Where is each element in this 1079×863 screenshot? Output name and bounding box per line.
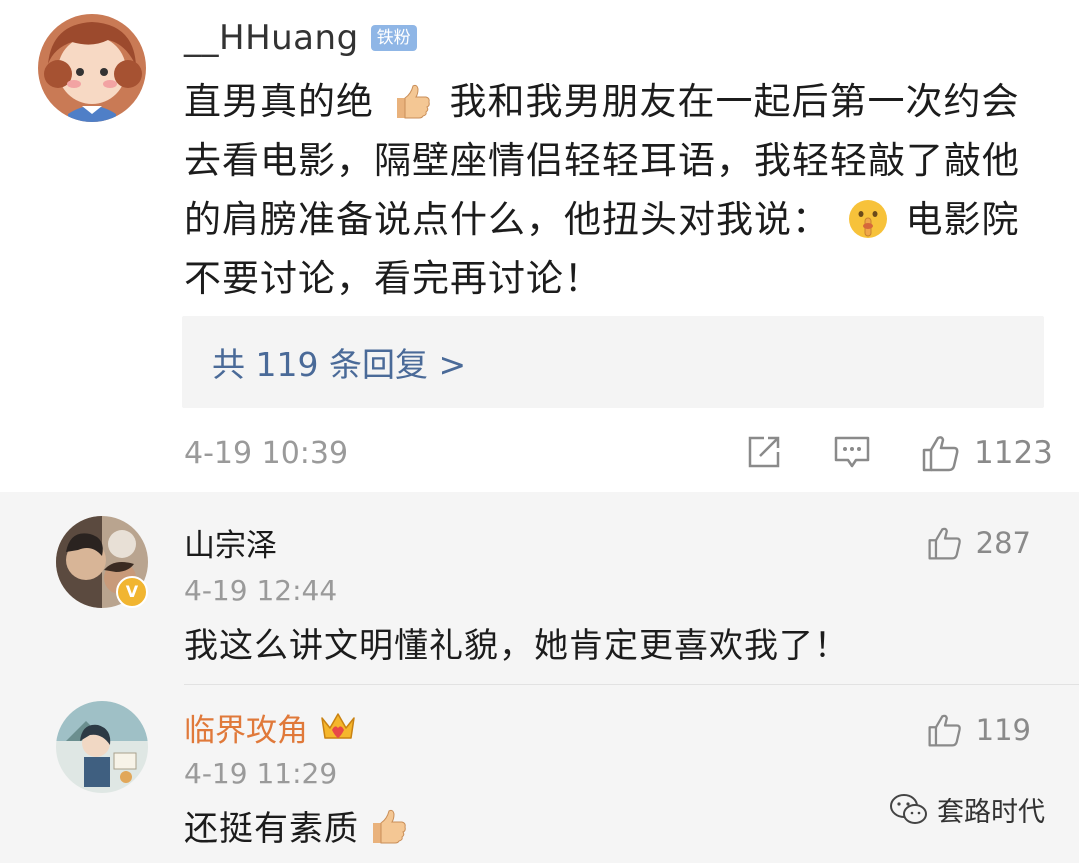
watermark-text: 套路时代 [937, 797, 1045, 828]
timestamp: 4-19 10:39 [184, 436, 349, 471]
reply-like-count: 287 [975, 526, 1031, 560]
comment-icon [834, 436, 870, 468]
thumbs-up-icon [391, 80, 433, 122]
fan-badge: 铁粉 [370, 25, 417, 51]
share-icon [748, 436, 780, 468]
avatar[interactable] [56, 701, 148, 793]
crown-icon [318, 708, 358, 748]
username-row: __HHuang 铁粉 [184, 18, 417, 58]
username[interactable]: __HHuang [184, 18, 359, 58]
reply-username[interactable]: 临界攻角 [184, 705, 308, 750]
thumbs-up-icon [367, 805, 409, 847]
comment-thread: __HHuang 铁粉 直男真的绝 我和我男朋友在一起后第一次约会去看电影，隔壁… [0, 0, 1079, 863]
comment-meta: 4-19 10:39 1123 [184, 432, 1053, 476]
reply-like-count: 119 [975, 713, 1031, 747]
comment-text: 直男真的绝 我和我男朋友在一起后第一次约会去看电影，隔壁座情侣轻轻耳语，我轻轻敲… [184, 72, 1054, 308]
like-count: 1123 [974, 435, 1053, 471]
watermark: 套路时代 [889, 790, 1045, 829]
comment-text-part1: 直男真的绝 [184, 80, 374, 123]
reply-item: 临界攻角 4-19 11:29 还挺有素质 119 [0, 685, 1079, 863]
comment-button[interactable] [832, 432, 872, 472]
verified-badge: V [116, 576, 148, 608]
reply-like-button[interactable]: 119 [926, 711, 1031, 749]
wechat-icon [890, 793, 927, 824]
reply-username[interactable]: 山宗泽 [184, 520, 277, 565]
reply-text-row: 还挺有素质 [184, 801, 413, 850]
reply-timestamp: 4-19 11:29 [184, 757, 338, 790]
reply-like-button[interactable]: 287 [926, 524, 1031, 562]
shushing-face-icon [847, 198, 889, 240]
reply-box[interactable]: 共 119 条回复 > [182, 316, 1044, 408]
reply-name-row: 临界攻角 [184, 705, 358, 750]
thumbs-up-outline-icon [928, 714, 961, 747]
thumbs-up-outline-icon [928, 527, 961, 560]
reply-item: V 山宗泽 4-19 12:44 我这么讲文明懂礼貌，她肯定更喜欢我了！ 287 [0, 492, 1079, 684]
thumbs-up-outline-icon [922, 436, 959, 472]
share-button[interactable] [744, 432, 784, 472]
reply-text: 我这么讲文明懂礼貌，她肯定更喜欢我了！ [184, 626, 849, 666]
reply-text: 还挺有素质 [184, 809, 359, 849]
view-replies-link[interactable]: 共 119 条回复 > [212, 338, 466, 386]
avatar[interactable] [38, 14, 146, 122]
like-button[interactable]: 1123 [920, 432, 1053, 474]
replies-section: V 山宗泽 4-19 12:44 我这么讲文明懂礼貌，她肯定更喜欢我了！ 287 [0, 492, 1079, 863]
reply-timestamp: 4-19 12:44 [184, 574, 338, 607]
main-comment: __HHuang 铁粉 直男真的绝 我和我男朋友在一起后第一次约会去看电影，隔壁… [0, 0, 1079, 492]
